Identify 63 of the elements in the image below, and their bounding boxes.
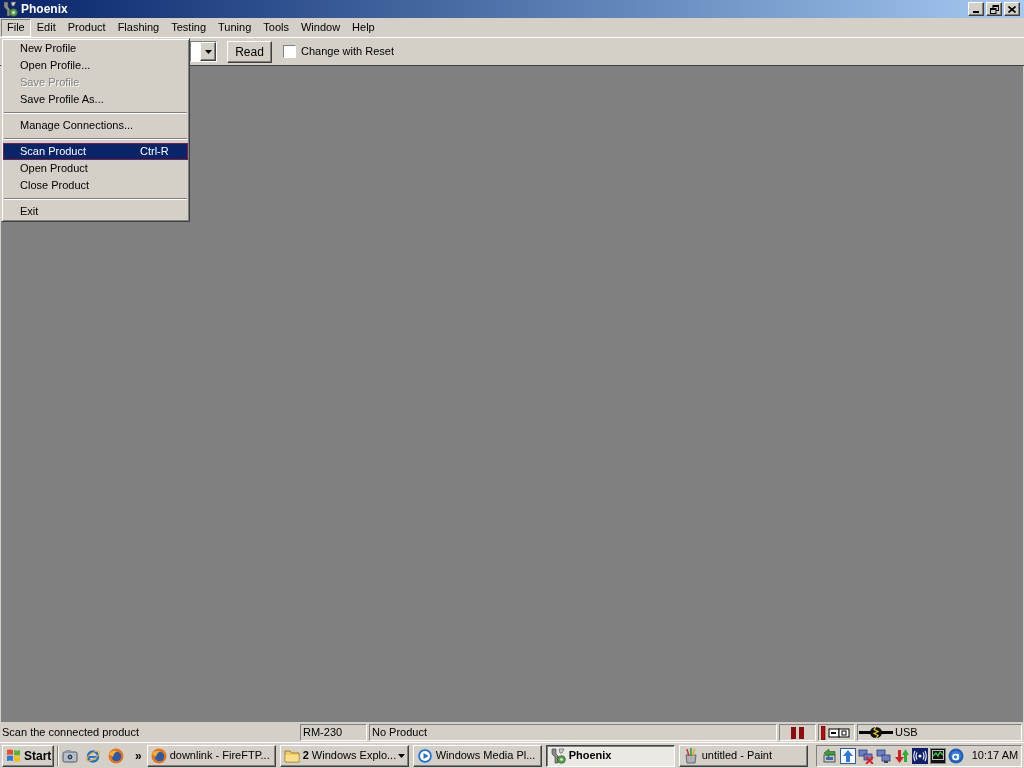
caret-icon [204,49,212,54]
menu-bar-item[interactable]: Tuning [212,18,258,37]
play-icon [416,747,433,764]
wireless-icon[interactable] [911,747,928,764]
dropdown-button[interactable] [200,42,216,61]
taskbar-button[interactable]: Windows Media Pl... [412,744,542,767]
connection-label: USB [895,727,918,738]
globe-icon [150,747,167,764]
start-button[interactable]: Start [2,744,54,767]
bars-icon [791,726,804,739]
menu-bar-item[interactable]: Tools [257,18,295,37]
close-button[interactable] [1004,2,1020,16]
menu-item[interactable]: Manage Connections... [3,117,188,134]
more-button[interactable]: » [135,749,142,762]
taskbar-button[interactable]: 2 Windows Explo... [279,744,409,767]
restore-icon [989,4,999,14]
menu-bar-item[interactable]: Help [346,18,381,37]
folder-icon [283,747,300,764]
clock: 10:17 AM [971,750,1019,761]
status-pane: RM-230 [300,724,367,741]
cable-icon [859,726,893,739]
tool-icon [549,747,566,764]
restore-button[interactable] [986,2,1002,16]
minimize-button[interactable] [968,2,984,16]
globe-icon[interactable] [108,747,124,764]
menu-bar-item[interactable]: File [1,18,31,37]
taskbar-button[interactable]: downlink - FireFTP... [146,744,276,767]
menu-item[interactable]: Exit [3,203,188,220]
disc-icon[interactable] [947,747,964,764]
monitor-icon[interactable] [929,747,946,764]
checkbox-label: Change with Reset [301,46,394,57]
read-button[interactable]: Read [227,40,272,63]
caret-icon [398,753,406,758]
menu-item[interactable]: Close Product [3,177,188,194]
checkbox[interactable] [283,45,296,58]
status-pane: No Product [369,724,777,741]
menu-item[interactable]: Open Profile... [3,57,188,74]
menu-item[interactable]: New Profile [3,40,188,57]
tool-icon [2,1,18,17]
taskbar-button[interactable]: Phoenix [545,744,675,767]
menu-bar-item[interactable]: Edit [30,18,62,37]
network-error-icon[interactable] [857,747,874,764]
menu-item[interactable]: Scan Product Ctrl-R [3,143,188,160]
menu-bar-item[interactable]: Flashing [111,18,166,37]
close-icon [1008,5,1016,13]
transfer-arrows-icon[interactable] [893,747,910,764]
taskbar-button[interactable]: untitled - Paint [678,744,808,767]
menu-bar-item[interactable]: Product [61,18,112,37]
flag-logo-icon [6,748,21,763]
menu-item[interactable]: Open Product [3,160,188,177]
up-arrow-icon[interactable] [839,747,856,764]
network-icon[interactable] [875,747,892,764]
plug-icon [821,725,850,740]
status-message: Scan the connected product [2,727,139,738]
window-title: Phoenix [21,3,68,15]
paint-pot-icon [682,747,699,764]
menu-item[interactable]: Save Profile As... [3,91,188,108]
orbit-icon[interactable] [85,747,101,764]
camera-icon[interactable] [62,747,78,764]
computer-arrow-icon[interactable] [821,747,838,764]
combo-field[interactable] [190,41,217,62]
menu-bar-item[interactable]: Testing [165,18,213,37]
menu-bar-item[interactable]: Window [295,18,347,37]
